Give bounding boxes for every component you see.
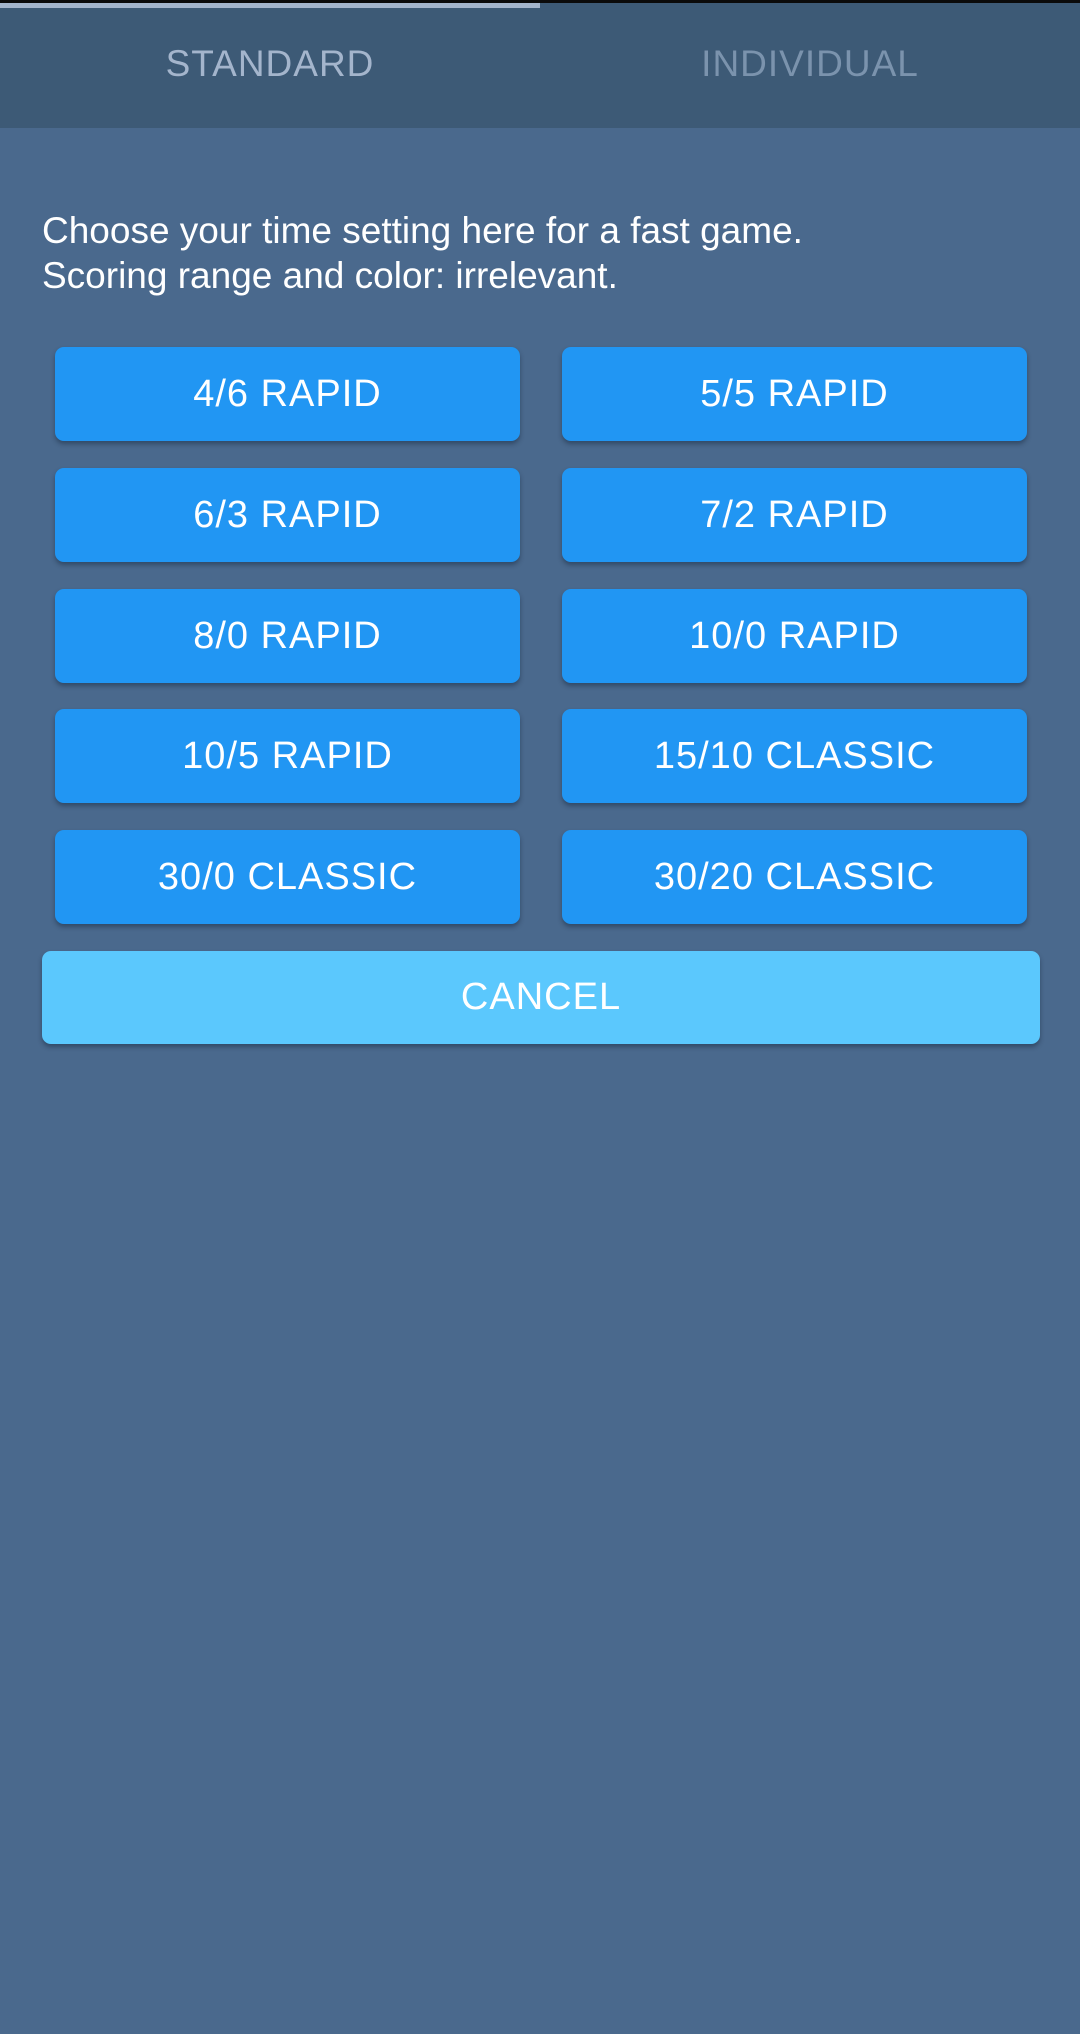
intro-line-2: Scoring range and color: irrelevant. bbox=[42, 255, 618, 296]
intro-line-1: Choose your time setting here for a fast… bbox=[42, 210, 803, 251]
time-option-button[interactable]: 30/0 CLASSIC bbox=[55, 830, 520, 924]
tab-standard-label: STANDARD bbox=[165, 42, 375, 84]
time-option-button[interactable]: 15/10 CLASSIC bbox=[562, 709, 1027, 803]
time-option-button[interactable]: 7/2 RAPID bbox=[562, 468, 1027, 562]
time-option-button[interactable]: 6/3 RAPID bbox=[55, 468, 520, 562]
tab-standard[interactable]: STANDARD bbox=[0, 3, 540, 128]
time-option-button[interactable]: 4/6 RAPID bbox=[55, 347, 520, 441]
tab-individual[interactable]: INDIVIDUAL bbox=[540, 3, 1080, 128]
time-option-button[interactable]: 5/5 RAPID bbox=[562, 347, 1027, 441]
intro-text: Choose your time setting here for a fast… bbox=[42, 208, 1042, 298]
time-option-button[interactable]: 10/5 RAPID bbox=[55, 709, 520, 803]
tab-bar: STANDARD INDIVIDUAL bbox=[0, 3, 1080, 128]
time-option-button[interactable]: 8/0 RAPID bbox=[55, 589, 520, 683]
tab-individual-label: INDIVIDUAL bbox=[701, 42, 919, 84]
tab-indicator bbox=[0, 3, 540, 8]
cancel-button[interactable]: CANCEL bbox=[42, 951, 1040, 1044]
time-option-button[interactable]: 30/20 CLASSIC bbox=[562, 830, 1027, 924]
time-option-button[interactable]: 10/0 RAPID bbox=[562, 589, 1027, 683]
